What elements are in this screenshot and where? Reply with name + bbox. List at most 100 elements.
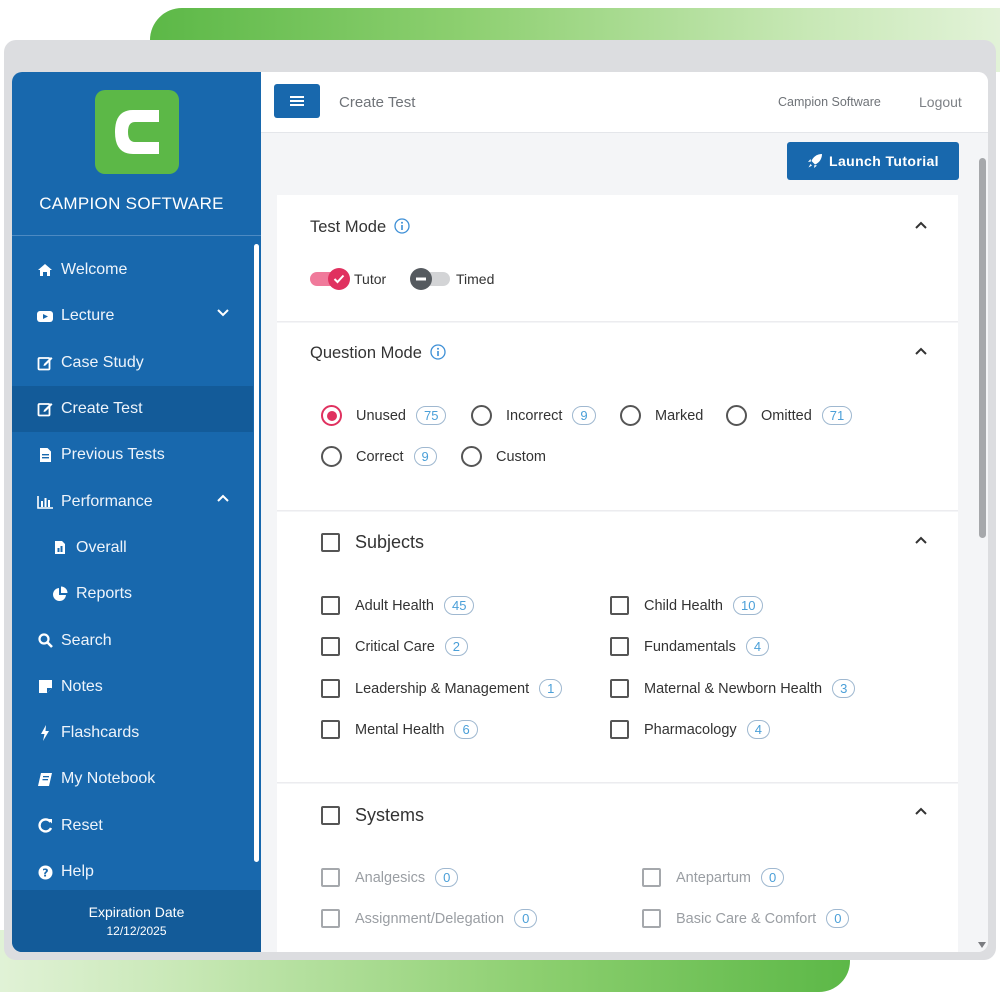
subject-item[interactable]: Leadership & Management 1 [321,679,563,698]
radio-button[interactable] [471,405,492,426]
nav-item-create-test[interactable]: Create Test [12,385,253,433]
note-icon [35,679,55,695]
radio-unused[interactable]: Unused 75 [321,405,447,426]
bolt-icon [35,725,55,742]
radio-button[interactable] [620,405,641,426]
subject-item[interactable]: Critical Care 2 [321,637,468,656]
nav-item-help[interactable]: ? Help [12,849,253,895]
radio-marked[interactable]: Marked [620,405,703,426]
radio-button[interactable] [321,405,342,426]
checkbox[interactable] [610,720,629,739]
count-badge: 6 [454,720,478,739]
radio-correct[interactable]: Correct 9 [321,446,437,467]
nav-item-overall[interactable]: Overall [12,525,253,571]
subjects-title: Subjects [355,532,425,552]
subject-item[interactable]: Maternal & Newborn Health 3 [610,679,856,698]
info-icon[interactable] [429,344,446,360]
timed-label: Timed [456,271,495,287]
checkbox[interactable] [642,868,661,887]
chevron-up-icon[interactable] [914,346,928,356]
checkbox[interactable] [321,909,340,928]
nav-item-previous-tests[interactable]: Previous Tests [12,432,253,478]
radio-button[interactable] [726,405,747,426]
scrollbar-thumb[interactable] [979,158,986,538]
checkbox[interactable] [610,679,629,698]
subject-item[interactable]: Mental Health 6 [321,720,478,739]
radio-button[interactable] [461,446,482,467]
checkbox[interactable] [610,596,629,615]
nav-item-case-study[interactable]: Case Study [12,340,253,386]
nav-item-lecture[interactable]: Lecture [12,293,253,339]
menu-toggle-button[interactable] [274,84,320,118]
subject-label: Child Health [644,597,723,614]
radio-incorrect[interactable]: Incorrect 9 [471,405,596,426]
expiration-panel: Expiration Date 12/12/2025 [12,890,261,952]
home-icon [35,262,55,278]
subject-label: Mental Health [355,721,445,738]
count-badge: 2 [444,637,468,656]
checkbox[interactable] [321,679,340,698]
systems-card: Systems Analgesics 0 Antepartum 0 Assign… [277,784,958,952]
chevron-up-icon[interactable] [914,220,928,230]
subject-item[interactable]: Fundamentals 4 [610,637,770,656]
chevron-down-icon[interactable] [217,309,229,317]
timed-toggle[interactable]: Timed [410,268,495,290]
chevron-up-icon[interactable] [914,535,928,545]
nav-label: Flashcards [61,724,140,742]
bar-chart-icon [35,494,55,510]
nav-item-reset[interactable]: Reset [12,803,253,849]
app-window: CAMPION SOFTWARE Welcome Lecture Case St… [12,72,988,952]
count-badge: 0 [514,909,538,928]
nav-item-welcome[interactable]: Welcome [12,247,253,293]
logout-link[interactable]: Logout [919,94,962,110]
checkbox[interactable] [321,533,340,552]
nav-item-notes[interactable]: Notes [12,664,253,710]
tutor-toggle[interactable]: Tutor [310,268,386,290]
sidebar-scrollbar[interactable] [254,244,259,862]
chevron-up-icon[interactable] [217,494,229,503]
minus-icon [410,268,432,290]
radio-label: Custom [496,448,546,465]
checkbox[interactable] [321,868,340,887]
main-scrollbar[interactable] [976,142,988,952]
launch-tutorial-label: Launch Tutorial [829,153,939,169]
subject-label: Pharmacology [644,721,737,738]
system-item[interactable]: Assignment/Delegation 0 [321,909,538,928]
subject-item[interactable]: Adult Health 45 [321,596,475,615]
count-badge: 4 [745,637,770,656]
nav-item-performance[interactable]: Performance [12,478,253,524]
subject-item[interactable]: Pharmacology 4 [610,720,770,739]
tutor-switch[interactable] [310,268,350,290]
nav-item-reports[interactable]: Reports [12,571,253,617]
checkbox[interactable] [321,720,340,739]
checkbox[interactable] [321,596,340,615]
checkbox[interactable] [610,637,629,656]
subjects-select-all[interactable]: Subjects [321,532,424,553]
page: CAMPION SOFTWARE Welcome Lecture Case St… [0,0,1000,1000]
chevron-up-icon[interactable] [914,806,928,816]
checkbox[interactable] [321,637,340,656]
nav-item-search[interactable]: Search [12,617,253,663]
top-bar: Create Test Campion Software Logout [261,72,988,133]
system-item[interactable]: Basic Care & Comfort 0 [642,909,850,928]
radio-omitted[interactable]: Omitted 71 [726,405,853,426]
checkbox[interactable] [321,806,340,825]
system-item[interactable]: Antepartum 0 [642,868,785,887]
campion-logo[interactable] [95,90,179,174]
nav-label: Help [61,863,94,880]
launch-tutorial-button[interactable]: Launch Tutorial [787,142,959,180]
subject-item[interactable]: Child Health 10 [610,596,764,615]
info-icon[interactable] [394,218,410,234]
page-title: Create Test [339,94,416,111]
count-badge: 0 [760,868,785,887]
nav-item-flashcards[interactable]: Flashcards [12,710,253,756]
checkbox[interactable] [642,909,661,928]
scroll-down-arrow-icon[interactable] [978,942,986,948]
nav-item-my-notebook[interactable]: My Notebook [12,756,253,802]
radio-button[interactable] [321,446,342,467]
system-item[interactable]: Analgesics 0 [321,868,459,887]
timed-switch[interactable] [410,268,450,290]
systems-select-all[interactable]: Systems [321,805,424,826]
account-name[interactable]: Campion Software [778,95,881,109]
radio-custom[interactable]: Custom [461,446,546,467]
